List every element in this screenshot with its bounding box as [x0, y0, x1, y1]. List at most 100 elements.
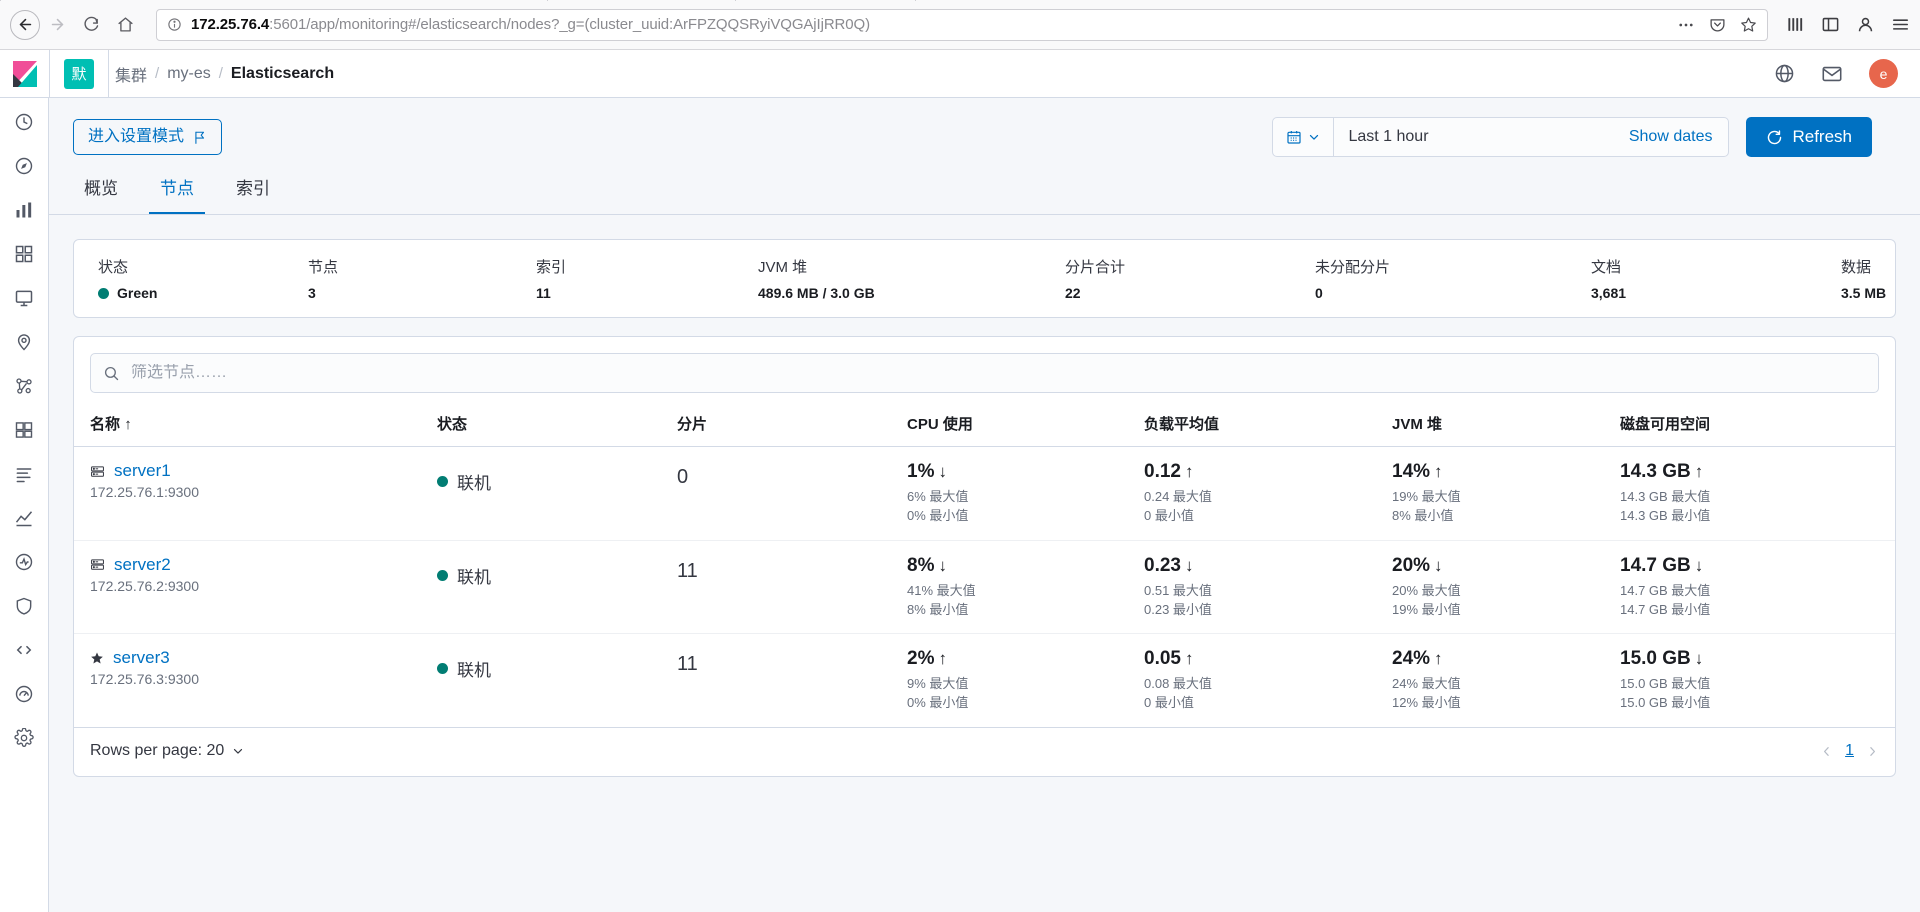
column-header-shards[interactable]: 分片: [669, 393, 899, 447]
tab-overview[interactable]: 概览: [73, 166, 129, 214]
breadcrumb-item-cluster[interactable]: 集群: [109, 62, 153, 86]
tab-strip-stub: [0, 0, 1920, 1]
dev-tools-icon[interactable]: [12, 638, 36, 662]
refresh-button[interactable]: Refresh: [1746, 117, 1872, 157]
trend-up-icon: ↑: [1434, 462, 1443, 481]
uptime-icon[interactable]: [12, 550, 36, 574]
save-to-pocket-icon[interactable]: [1709, 16, 1726, 33]
dashboard-icon[interactable]: [12, 242, 36, 266]
machine-learning-icon[interactable]: [12, 374, 36, 398]
forward-button[interactable]: [40, 8, 74, 42]
node-filter-searchbox[interactable]: [90, 353, 1879, 393]
stat-nodes-value: 3: [308, 285, 316, 301]
library-icon[interactable]: [1786, 15, 1805, 34]
calendar-quick-select[interactable]: [1273, 118, 1335, 156]
stat-indices-label: 索引: [536, 259, 567, 276]
app-layout: 进入设置模式 Last 1 hour Show dates Refresh 概览…: [0, 98, 1920, 912]
load-max: 0.51 最大值: [1144, 582, 1212, 598]
kibana-logo[interactable]: [0, 50, 49, 97]
cell-shards: 0: [669, 446, 899, 541]
discover-icon[interactable]: [12, 154, 36, 178]
account-icon[interactable]: [1856, 15, 1875, 34]
trend-down-icon: ↓: [1184, 555, 1194, 575]
search-input[interactable]: [120, 364, 1866, 382]
nodes-table-panel: 名称 ↑ 状态 分片 CPU 使用 负载平均值 JVM 堆 磁盘可用空间: [73, 336, 1896, 778]
help-icon[interactable]: [1774, 63, 1795, 84]
bookmark-star-icon[interactable]: [1740, 16, 1757, 33]
load-min: 0 最小值: [1144, 507, 1194, 523]
trend-down-icon: ↓: [1694, 555, 1704, 575]
sort-asc-icon: ↑: [124, 416, 132, 433]
app-menu-icon[interactable]: [1891, 15, 1910, 34]
cell-status: 联机: [429, 540, 669, 635]
cell-shards: 11: [669, 540, 899, 635]
date-range-text[interactable]: Last 1 hour: [1334, 128, 1628, 146]
trend-down-icon: ↓: [1434, 555, 1443, 575]
cluster-status-panel: 状态 Green 节点 3 索引 11 JVM 堆 489.6 MB / 3.0…: [73, 239, 1896, 318]
cell-node-name: server3 172.25.76.3:9300: [74, 633, 429, 729]
disk-max: 15.0 GB 最大值: [1620, 676, 1711, 692]
stat-documents-label: 文档: [1591, 259, 1622, 276]
column-header-load-average[interactable]: 负载平均值: [1136, 393, 1384, 447]
back-button[interactable]: [10, 9, 40, 40]
cluster-stats: 状态 Green 节点 3 索引 11 JVM 堆 489.6 MB / 3.0…: [74, 240, 1895, 317]
breadcrumb-item-elasticsearch[interactable]: Elasticsearch: [225, 65, 340, 83]
cell-status: 联机: [429, 633, 669, 729]
space-badge[interactable]: 默: [64, 58, 94, 89]
reload-button[interactable]: [74, 8, 108, 42]
column-header-status[interactable]: 状态: [429, 393, 669, 447]
tab-indices[interactable]: 索引: [225, 166, 281, 214]
more-actions-icon[interactable]: [1677, 16, 1695, 34]
column-header-disk-free[interactable]: 磁盘可用空间: [1612, 393, 1895, 447]
previous-page-button[interactable]: [1820, 745, 1833, 758]
jvm-min: 8% 最小值: [1392, 507, 1454, 523]
recently-viewed-icon[interactable]: [12, 110, 36, 134]
date-range-picker[interactable]: Last 1 hour Show dates: [1272, 117, 1730, 157]
home-button[interactable]: [108, 8, 142, 42]
breadcrumb-item-my-es[interactable]: my-es: [161, 65, 217, 83]
avatar[interactable]: e: [1869, 59, 1898, 88]
cell-cpu: 8% ↓ 41% 最大值 8% 最小值: [899, 540, 1136, 635]
shards-value: 11: [677, 653, 698, 676]
status-dot-green: [98, 287, 109, 299]
page-button-1[interactable]: 1: [1845, 742, 1854, 760]
visualize-icon[interactable]: [12, 198, 36, 222]
node-name-link[interactable]: server1: [114, 461, 171, 481]
cell-jvm-heap: 20% ↓ 20% 最大值 19% 最小值: [1384, 540, 1612, 635]
disk-value: 14.3 GB: [1620, 461, 1691, 482]
refresh-label: Refresh: [1792, 127, 1852, 146]
load-min: 0.23 最小值: [1144, 601, 1212, 617]
next-page-button[interactable]: [1866, 745, 1879, 758]
monitoring-icon[interactable]: [12, 682, 36, 706]
column-header-name[interactable]: 名称 ↑: [74, 393, 429, 447]
mail-icon[interactable]: [1821, 63, 1843, 85]
url-bar[interactable]: 172.25.76.4:5601/app/monitoring#/elastic…: [156, 8, 1768, 41]
stat-indices-value: 11: [536, 285, 551, 301]
stat-nodes-label: 节点: [308, 259, 339, 276]
table-footer: Rows per page: 20 1: [74, 728, 1895, 776]
page-tabs: 概览 节点 索引: [49, 166, 1920, 215]
show-dates-button[interactable]: Show dates: [1629, 128, 1729, 146]
page-info-icon[interactable]: [167, 17, 182, 32]
column-header-cpu[interactable]: CPU 使用: [899, 393, 1136, 447]
canvas-icon[interactable]: [12, 286, 36, 310]
siem-icon[interactable]: [12, 594, 36, 618]
apm-icon[interactable]: [12, 506, 36, 530]
node-name-link[interactable]: server2: [114, 555, 171, 575]
enter-setup-mode-button[interactable]: 进入设置模式: [73, 119, 223, 155]
trend-up-icon: ↑: [1184, 649, 1194, 669]
sidebar-toggle-icon[interactable]: [1821, 15, 1840, 34]
logs-icon[interactable]: [12, 462, 36, 486]
column-header-jvm-heap[interactable]: JVM 堆: [1384, 393, 1612, 447]
jvm-max: 20% 最大值: [1392, 582, 1461, 598]
cpu-value: 8%: [907, 554, 935, 576]
rows-per-page-selector[interactable]: Rows per page: 20: [90, 742, 245, 760]
tab-nodes[interactable]: 节点: [149, 166, 205, 214]
stat-status-value: Green: [98, 285, 284, 301]
stat-status-text: Green: [117, 285, 158, 301]
node-name-link[interactable]: server3: [113, 648, 170, 668]
maps-icon[interactable]: [12, 330, 36, 354]
infrastructure-icon[interactable]: [12, 418, 36, 442]
chevron-down-icon: [1307, 130, 1321, 144]
management-icon[interactable]: [12, 726, 36, 750]
